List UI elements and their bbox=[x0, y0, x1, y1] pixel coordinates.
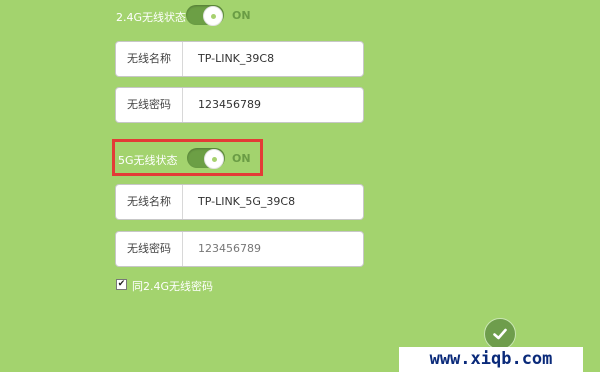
wifi24-password-field[interactable]: 无线密码 123456789 bbox=[115, 87, 364, 123]
wifi24-status-toggle[interactable] bbox=[186, 5, 224, 26]
wifi24-name-label: 无线名称 bbox=[116, 42, 183, 76]
wifi5-name-field[interactable]: 无线名称 TP-LINK_5G_39C8 bbox=[115, 184, 364, 220]
wifi5-status-toggle[interactable] bbox=[187, 148, 225, 169]
same-password-checkbox[interactable]: ✔ bbox=[116, 279, 127, 290]
toggle-knob bbox=[204, 149, 224, 169]
watermark: www.xiqb.com bbox=[399, 347, 583, 372]
wifi5-password-value[interactable]: 123456789 bbox=[198, 232, 261, 266]
wifi5-status-text: ON bbox=[232, 152, 251, 165]
wifi24-name-field[interactable]: 无线名称 TP-LINK_39C8 bbox=[115, 41, 364, 77]
wifi5-password-field[interactable]: 无线密码 123456789 bbox=[115, 231, 364, 267]
wifi5-password-label: 无线密码 bbox=[116, 232, 183, 266]
wifi5-name-value[interactable]: TP-LINK_5G_39C8 bbox=[198, 185, 295, 219]
checkmark-icon bbox=[493, 328, 507, 340]
save-button[interactable] bbox=[484, 318, 516, 350]
wifi5-name-label: 无线名称 bbox=[116, 185, 183, 219]
wifi24-status-text: ON bbox=[232, 9, 251, 22]
wifi24-password-label: 无线密码 bbox=[116, 88, 183, 122]
same-password-label: 同2.4G无线密码 bbox=[132, 280, 214, 293]
wifi24-name-value[interactable]: TP-LINK_39C8 bbox=[198, 42, 274, 76]
wifi24-password-value[interactable]: 123456789 bbox=[198, 88, 261, 122]
wifi5-status-label: 5G无线状态 bbox=[118, 154, 178, 167]
wifi24-status-label: 2.4G无线状态 bbox=[116, 11, 187, 24]
toggle-knob bbox=[203, 6, 223, 26]
